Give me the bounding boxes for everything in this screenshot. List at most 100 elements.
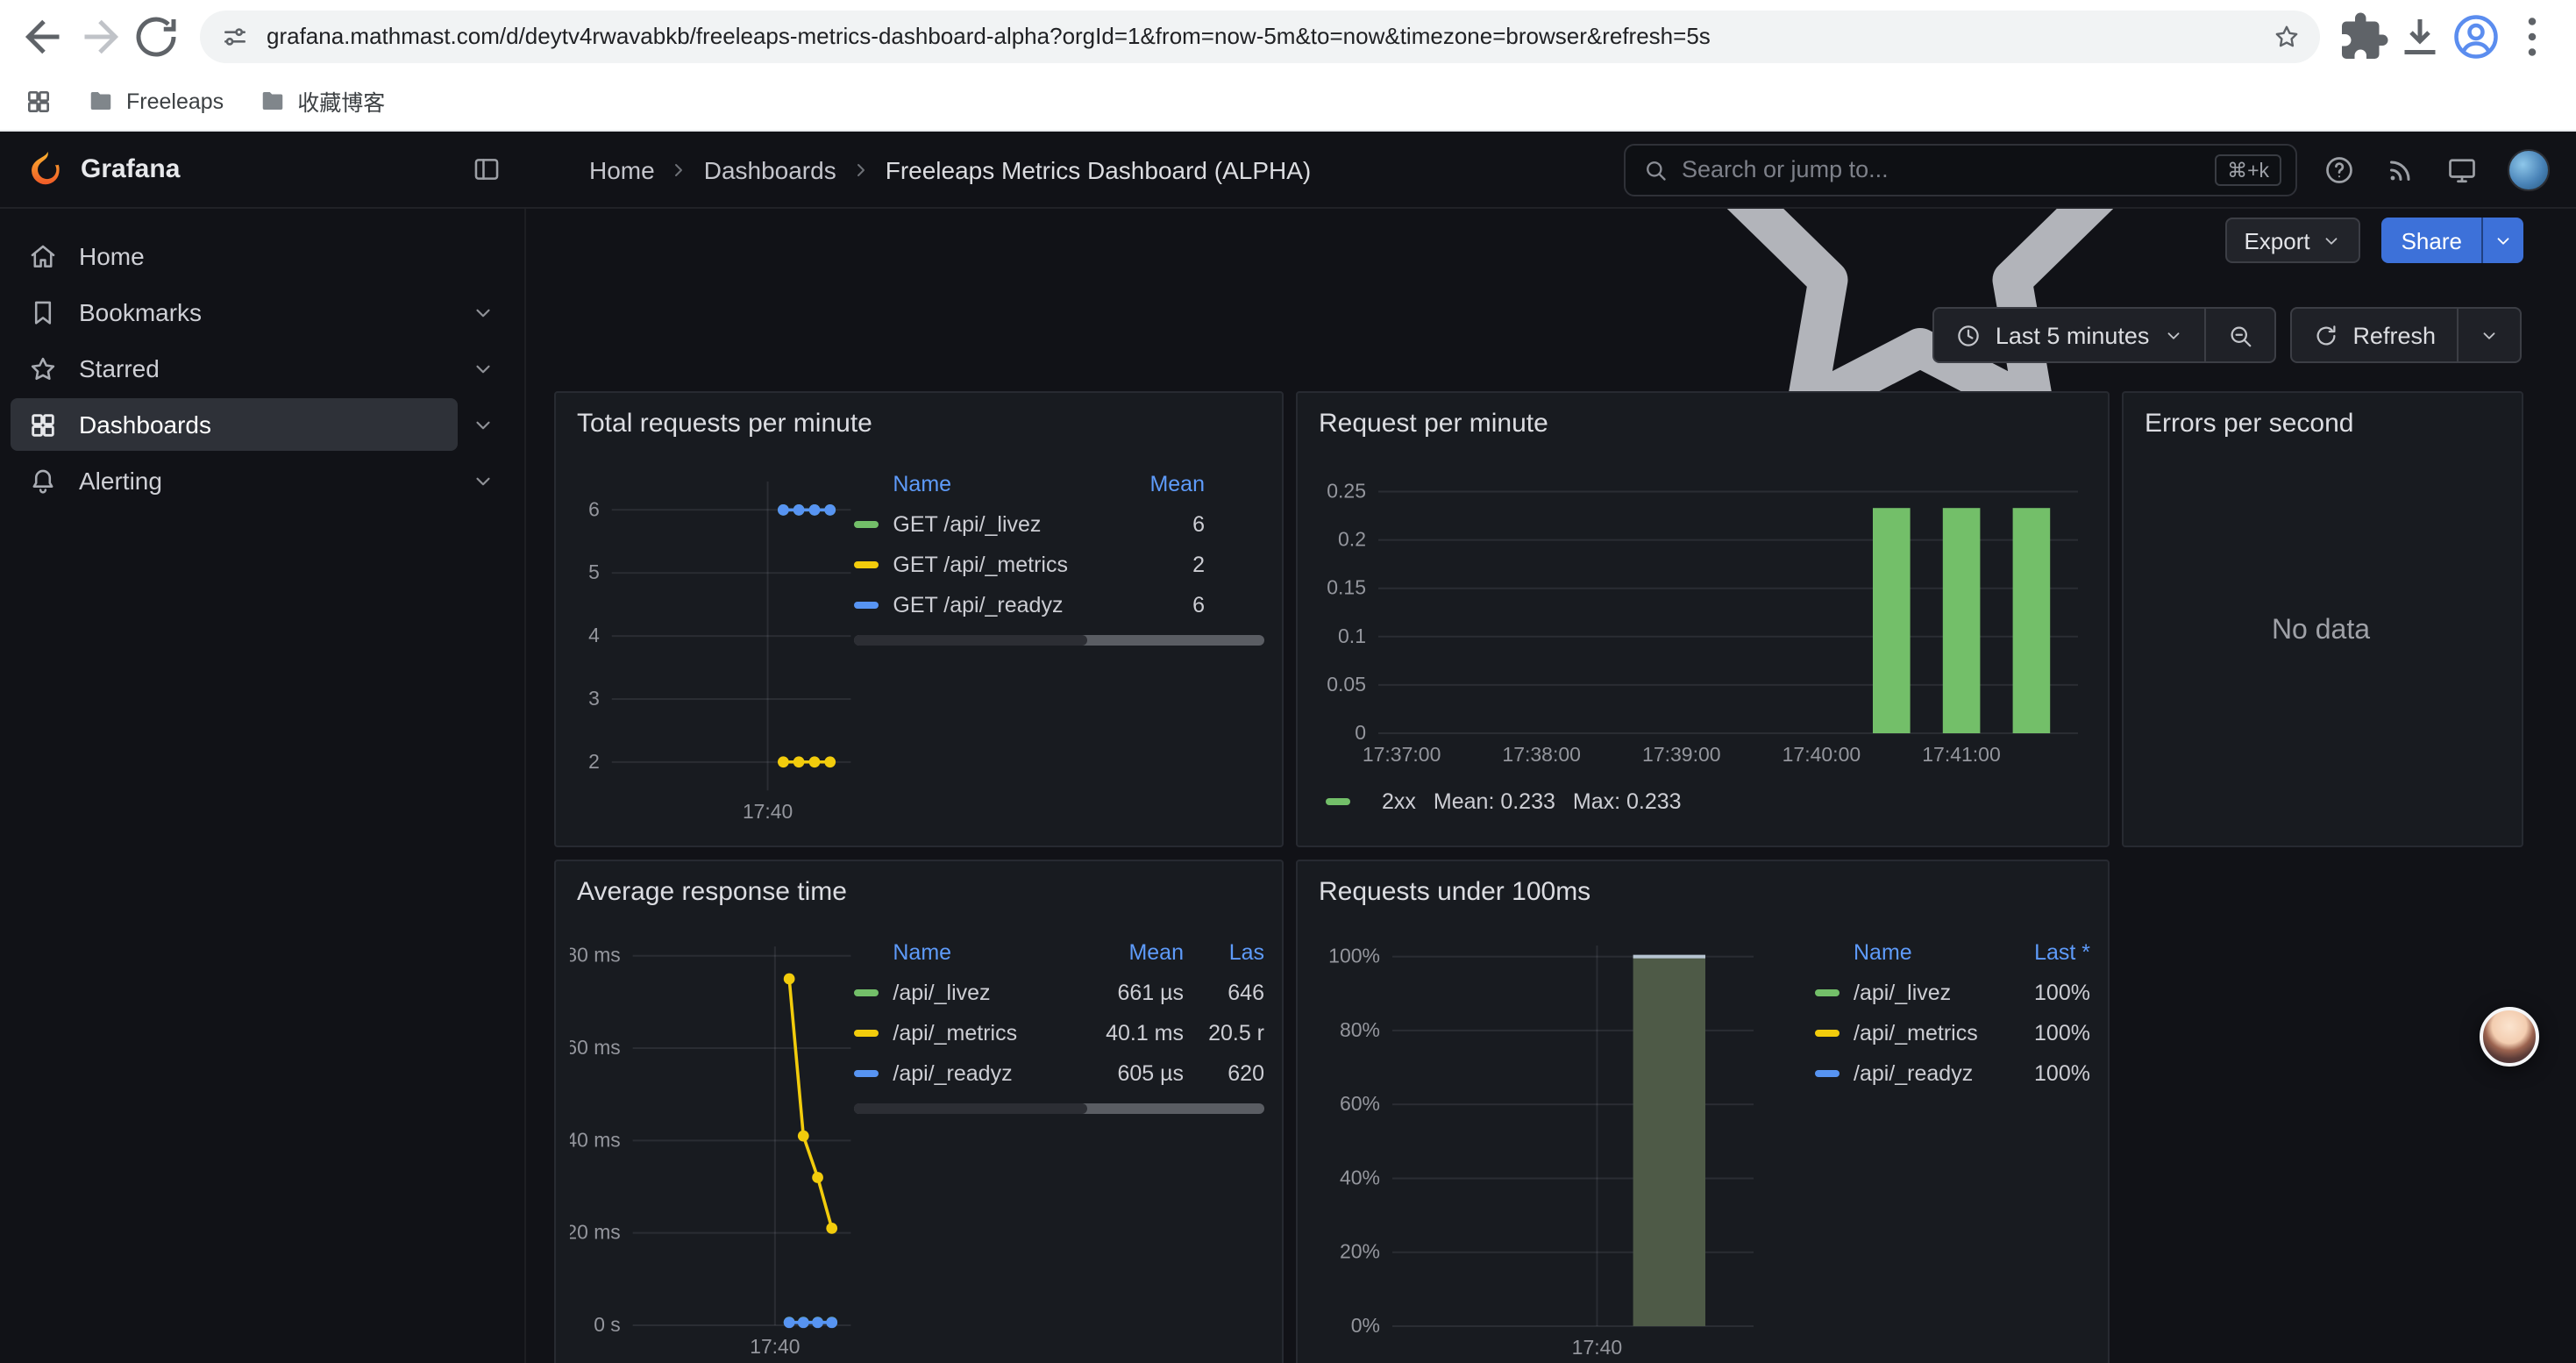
svg-text:17:38:00: 17:38:00 — [1502, 743, 1581, 766]
svg-text:0.25: 0.25 — [1327, 480, 1366, 503]
star-icon — [28, 353, 58, 383]
dashboard: Export Share Last 5 minutes — [526, 209, 2576, 1363]
svg-text:0.2: 0.2 — [1338, 528, 1366, 551]
series-swatch — [854, 560, 879, 567]
site-settings-icon[interactable] — [221, 22, 249, 50]
bookmark-label: 收藏博客 — [297, 84, 385, 118]
legend-row[interactable]: GET /api/_readyz 6 — [854, 584, 1264, 624]
url-text[interactable]: grafana.mathmast.com/d/deytv4rwavabkb/fr… — [267, 23, 2246, 49]
legend-header: Name Last * — [1815, 931, 2090, 972]
grafana-logo[interactable] — [25, 150, 63, 189]
legend-col-name[interactable]: Name — [893, 939, 1075, 964]
legend-col-name[interactable]: Name — [1854, 939, 1999, 964]
apps-grid-icon[interactable] — [25, 87, 53, 115]
sidebar-item-home[interactable]: Home — [11, 230, 507, 282]
svg-text:100%: 100% — [1328, 945, 1380, 967]
share-button[interactable]: Share — [2382, 218, 2523, 263]
help-icon[interactable] — [2323, 153, 2355, 185]
legend-row[interactable]: /api/_readyz 605 µs 620 — [854, 1053, 1264, 1093]
url-bar[interactable]: grafana.mathmast.com/d/deytv4rwavabkb/fr… — [200, 10, 2320, 62]
search-box[interactable]: ⌘+k — [1624, 143, 2297, 196]
expand-alerting-button[interactable] — [458, 469, 507, 492]
browser-back-icon[interactable] — [18, 10, 70, 62]
legend-inline[interactable]: 2xx Mean: 0.233 Max: 0.233 — [1326, 789, 2090, 814]
clock-icon — [1955, 322, 1982, 348]
search-input[interactable] — [1682, 156, 2201, 182]
legend-row[interactable]: /api/_metrics 40.1 ms 20.5 r — [854, 1012, 1264, 1053]
bookmarks-bar: Freeleaps 收藏博客 — [0, 72, 2576, 132]
series-swatch — [1815, 1029, 1839, 1036]
legend-col-last[interactable]: Las — [1184, 939, 1264, 964]
svg-text:0%: 0% — [1351, 1314, 1380, 1337]
downloads-icon[interactable] — [2394, 10, 2446, 62]
expand-bookmarks-button[interactable] — [458, 301, 507, 324]
scrollbar-thumb[interactable] — [854, 1103, 1088, 1114]
svg-text:0.1: 0.1 — [1338, 624, 1366, 647]
legend-row[interactable]: GET /api/_metrics 2 — [854, 544, 1264, 584]
floating-extension-avatar[interactable] — [2480, 1007, 2539, 1067]
kiosk-icon[interactable] — [2446, 153, 2478, 185]
news-icon[interactable] — [2385, 153, 2416, 185]
legend-table: Name Mean GET /api/_livez 6 — [854, 463, 1264, 837]
bookmark-blog-collection[interactable]: 收藏博客 — [259, 84, 385, 118]
refresh-controls: Refresh — [2289, 307, 2522, 363]
refresh-interval-button[interactable] — [2457, 309, 2520, 361]
refresh-button[interactable]: Refresh — [2291, 309, 2457, 361]
average-response-time-chart: 80 ms60 ms40 ms20 ms0 s17:40 — [570, 928, 854, 1363]
panel-title[interactable]: Total requests per minute — [556, 396, 1282, 449]
panel-title[interactable]: Average response time — [556, 865, 1282, 917]
svg-text:6: 6 — [588, 497, 600, 520]
legend-row[interactable]: /api/_livez 661 µs 646 — [854, 972, 1264, 1012]
share-menu-button[interactable] — [2481, 218, 2523, 263]
breadcrumb-separator-icon — [850, 159, 872, 180]
series-swatch — [1815, 1069, 1839, 1076]
svg-text:17:40: 17:40 — [743, 800, 793, 823]
expand-starred-button[interactable] — [458, 357, 507, 380]
browser-menu-icon[interactable] — [2506, 10, 2558, 62]
brand-block: Grafana — [0, 150, 526, 189]
legend-header: Name Mean — [854, 463, 1264, 503]
legend-col-last[interactable]: Last * — [1999, 939, 2090, 964]
panel-title[interactable]: Request per minute — [1298, 396, 2108, 449]
export-button[interactable]: Export — [2224, 218, 2360, 263]
grafana-app: Grafana Home Dashboards Freeleaps Metric… — [0, 132, 2576, 1363]
legend-scrollbar[interactable] — [854, 635, 1264, 646]
chevron-down-icon — [2494, 231, 2513, 250]
breadcrumb-dashboards[interactable]: Dashboards — [704, 155, 836, 183]
browser-profile-icon[interactable] — [2450, 10, 2502, 62]
chevron-down-icon — [471, 413, 494, 436]
legend-row[interactable]: /api/_readyz 100% — [1815, 1053, 2090, 1093]
browser-forward-icon[interactable] — [74, 10, 126, 62]
legend-row[interactable]: /api/_livez 100% — [1815, 972, 2090, 1012]
sidebar-item-bookmarks[interactable]: Bookmarks — [11, 286, 507, 339]
legend-row[interactable]: GET /api/_livez 6 — [854, 503, 1264, 544]
expand-dashboards-button[interactable] — [458, 413, 507, 436]
svg-text:0: 0 — [1355, 721, 1366, 744]
svg-text:80 ms: 80 ms — [570, 944, 621, 967]
bookmark-freeleaps[interactable]: Freeleaps — [88, 88, 224, 114]
dashboard-actions: Export Share — [526, 209, 2576, 272]
panel-title[interactable]: Requests under 100ms — [1298, 865, 2108, 917]
chevron-down-icon — [2480, 325, 2499, 345]
bell-icon — [28, 466, 58, 496]
legend-col-mean[interactable]: Mean — [1114, 471, 1205, 496]
breadcrumb-home[interactable]: Home — [589, 155, 655, 183]
panel-title[interactable]: Errors per second — [2124, 396, 2522, 449]
sidebar-item-alerting[interactable]: Alerting — [11, 454, 507, 507]
extensions-icon[interactable] — [2338, 10, 2390, 62]
svg-text:0.05: 0.05 — [1327, 673, 1366, 696]
sidebar-item-starred[interactable]: Starred — [11, 342, 507, 395]
zoom-out-button[interactable] — [2203, 309, 2274, 361]
browser-reload-icon[interactable] — [130, 10, 182, 62]
collapse-sidebar-icon[interactable] — [472, 154, 502, 184]
legend-row[interactable]: /api/_metrics 100% — [1815, 1012, 2090, 1053]
sidebar-item-dashboards[interactable]: Dashboards — [11, 398, 507, 451]
time-range-picker[interactable]: Last 5 minutes — [1934, 309, 2204, 361]
panel-requests-under-100ms: Requests under 100ms 100%80%60%40%20%0%1… — [1296, 860, 2110, 1363]
user-avatar[interactable] — [2508, 148, 2550, 190]
legend-scrollbar[interactable] — [854, 1103, 1264, 1114]
bookmark-page-button[interactable] — [2264, 13, 2309, 59]
legend-col-name[interactable]: Name — [893, 471, 1114, 496]
scrollbar-thumb[interactable] — [854, 635, 1088, 646]
legend-col-mean[interactable]: Mean — [1075, 939, 1184, 964]
